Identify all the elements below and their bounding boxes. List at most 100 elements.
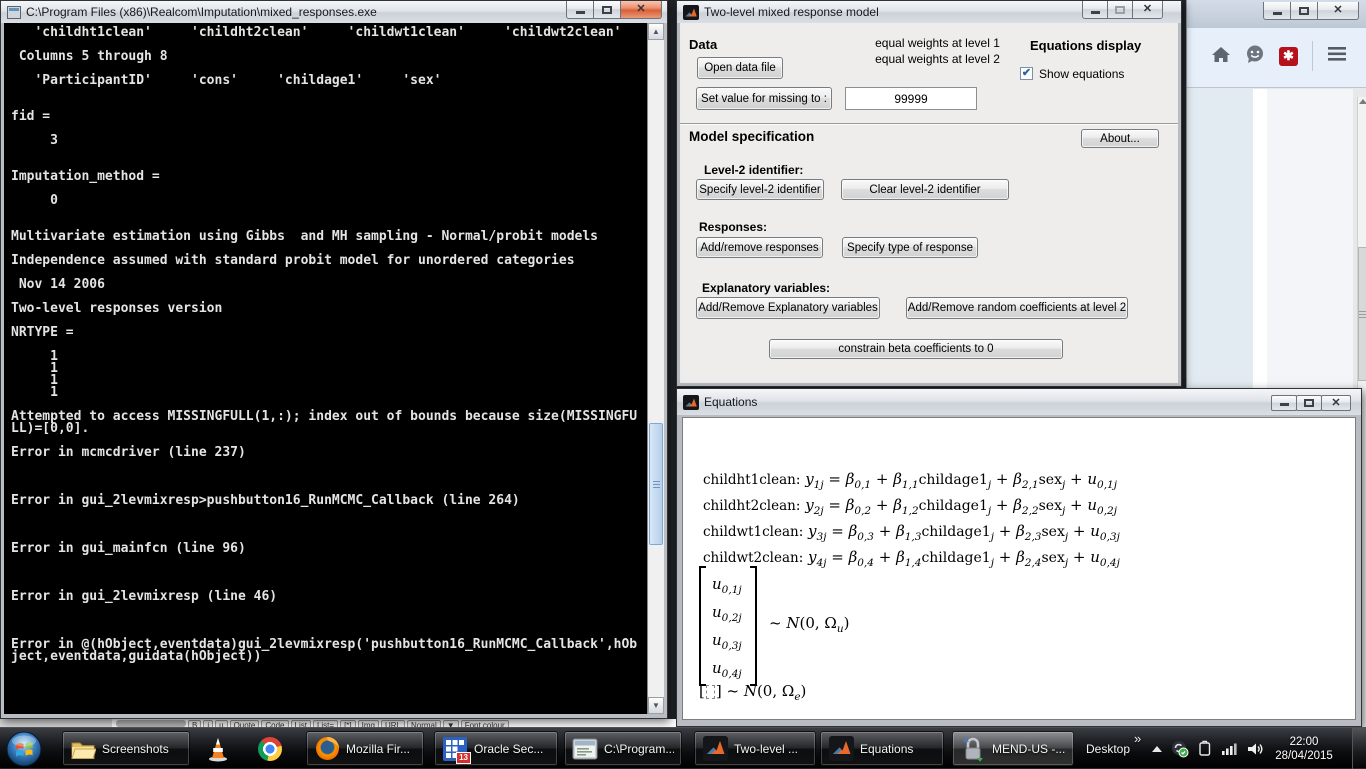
editor-button[interactable]: List= [313,720,338,727]
open-data-file-button[interactable]: Open data file [697,57,783,79]
show-hidden-icons-button[interactable] [1152,746,1162,752]
editor-button[interactable]: Font colour [461,720,509,727]
minimize-icon [1280,403,1289,406]
editor-button[interactable]: [*] [340,720,356,727]
taskbar-button-label: MEND-US -... [992,742,1065,756]
lock-icon [960,736,986,762]
taskbar-button-label: C:\Program... [604,742,674,756]
taskbar-button-console[interactable]: C:\Program... [564,731,682,766]
missing-value-input[interactable]: 99999 [845,87,977,110]
editor-button[interactable]: ▼ [443,720,459,727]
editor-button[interactable]: Img [358,720,379,727]
console-caption-buttons: ✕ [567,1,662,19]
editor-toolbar: BiuQuoteCodeListList=[*]ImgURLNormal▼Fon… [188,720,509,727]
u-vector-entry: u0,2j [712,598,742,626]
console-output-text: 'childht1clean' 'childht2clean' 'childwt… [11,27,637,663]
chat-icon[interactable] [1245,44,1265,69]
taskbar-button-chrome[interactable] [250,731,296,766]
show-equations-checkbox[interactable]: ✔ [1020,67,1033,80]
taskbar-button-equations[interactable]: Equations [820,731,944,766]
close-icon: ✕ [636,4,645,15]
specify-level2-button[interactable]: Specify level-2 identifier [696,179,824,200]
scroll-up-icon[interactable] [1359,99,1366,104]
editor-button[interactable]: Code [261,720,288,727]
firefox-restore-button[interactable] [1290,2,1318,20]
taskbar-button-firefox[interactable]: Mozilla Fir... [306,731,424,766]
equation-line: childht1clean: y1j = β0,1 + β1,1childage… [703,466,1120,492]
equations-minimize-button[interactable] [1271,395,1297,411]
desktop-toolbar[interactable]: Desktop [1086,728,1130,769]
taskbar-button-two-level[interactable]: Two-level ... [694,731,816,766]
about-button[interactable]: About... [1081,129,1159,148]
weights-note: equal weights at level 1 equal weights a… [840,35,1035,67]
show-desktop-button[interactable] [1352,728,1366,769]
add-remove-responses-button[interactable]: Add/remove responses [696,237,823,258]
firefox-minimize-button[interactable] [1263,2,1291,20]
sync-icon[interactable] [1171,740,1189,758]
editor-button[interactable]: B [188,720,201,727]
maximize-icon [1304,399,1314,407]
windows-logo-icon [5,730,43,768]
equations-close-button[interactable]: ✕ [1321,395,1351,411]
editor-button[interactable]: u [215,720,227,727]
folder-icon [70,736,96,762]
notification-badge: 13 [456,752,471,764]
console-close-button[interactable]: ✕ [620,1,662,19]
equations-maximize-button[interactable] [1296,395,1322,411]
taskbar-button-vlc[interactable] [198,731,244,766]
taskbar-button-mend-us[interactable]: MEND-US -... [952,731,1074,766]
home-icon[interactable] [1211,45,1231,68]
u-vector-entry: u0,1j [712,570,742,598]
device-icon[interactable] [1198,740,1212,757]
desktop-toolbar-label: Desktop [1086,742,1130,756]
menu-icon[interactable] [1327,46,1347,67]
equations-titlebar[interactable]: Equations [677,389,1361,415]
minimize-icon [576,11,585,14]
equations-window: Equations ✕ childht1clean: y1j = β0,1 + … [676,388,1362,727]
firefox-toolbar: ✱ [1187,28,1366,88]
model-dialog-window: Two-level mixed response model ✕ Data eq… [676,0,1182,387]
editor-button[interactable]: Normal [407,720,441,727]
dialog-caption-buttons: ✕ [1083,1,1163,19]
dialog-close-button[interactable]: ✕ [1132,1,1163,19]
u-vector-column: u0,1ju0,2ju0,3ju0,4j [706,566,750,686]
u-vector-entry: u0,3j [712,626,742,654]
clear-level2-button[interactable]: Clear level-2 identifier [841,179,1009,200]
add-remove-explanatory-button[interactable]: Add/Remove Explanatory variables [696,297,880,319]
toolbar-chevron[interactable]: » [1134,731,1141,746]
page-scrollbar-thumb[interactable] [1358,247,1366,381]
console-scrollbar[interactable]: ▲ ▼ [647,23,664,714]
taskbar-buttons: Screenshots Mozilla Fir... 13Oracle Sec...… [62,731,1080,766]
console-minimize-button[interactable] [566,1,594,19]
editor-button[interactable]: URL [381,720,405,727]
editor-button[interactable]: Quote [230,720,260,727]
constrain-beta-button[interactable]: constrain beta coefficients to 0 [769,339,1063,359]
dialog-maximize-button[interactable] [1107,1,1133,19]
scroll-up-button[interactable]: ▲ [648,23,664,40]
taskbar-button-label: Screenshots [102,742,169,756]
network-icon[interactable] [1221,741,1238,756]
firefox-close-button[interactable]: ✕ [1317,2,1359,20]
start-button[interactable] [4,729,44,768]
set-missing-button[interactable]: Set value for missing to : [696,87,832,110]
maximize-icon [1115,6,1125,14]
taskbar-button-screenshots[interactable]: Screenshots [62,731,190,766]
console-maximize-button[interactable] [593,1,621,19]
taskbar-clock[interactable]: 22:00 28/04/2015 [1258,728,1350,769]
editor-button[interactable]: i [203,720,213,727]
specify-type-button[interactable]: Specify type of response [842,237,978,258]
add-remove-random-button[interactable]: Add/Remove random coefficients at level … [906,297,1128,319]
dialog-minimize-button[interactable] [1082,1,1108,19]
scroll-down-button[interactable]: ▼ [648,697,664,714]
taskbar-button-oracle[interactable]: 13Oracle Sec... [434,731,558,766]
lastpass-icon[interactable]: ✱ [1279,47,1298,66]
close-icon: ✕ [1331,398,1340,409]
taskbar-button-label: Mozilla Fir... [346,742,410,756]
editor-button[interactable]: List [291,720,311,727]
clock-time: 22:00 [1290,735,1319,749]
editor-element [116,720,186,727]
console-scrollbar-thumb[interactable] [649,423,663,545]
dialog-content: Data equal weights at level 1 equal weig… [680,23,1178,383]
equations-caption-buttons: ✕ [1272,395,1351,411]
vlc-icon [205,736,231,762]
